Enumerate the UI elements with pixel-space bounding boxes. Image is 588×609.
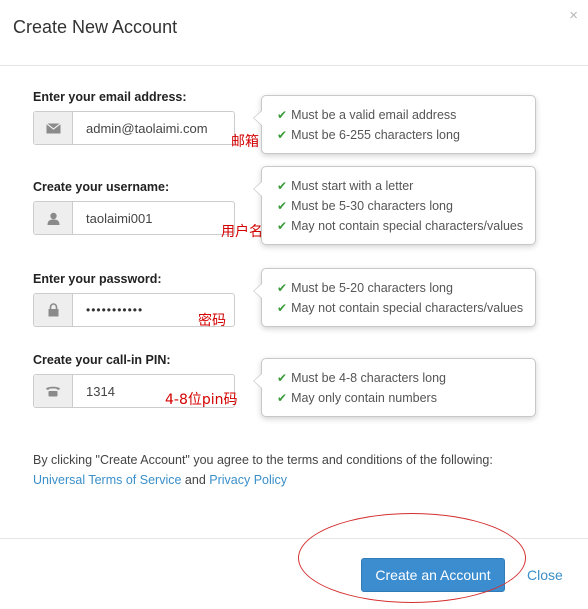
check-icon: ✔	[277, 371, 288, 385]
check-icon: ✔	[277, 199, 288, 213]
check-icon: ✔	[277, 391, 288, 405]
pin-rules-popover: ✔ Must be 4-8 characters long ✔ May only c…	[253, 358, 536, 417]
username-value[interactable]: taolaimi001	[73, 202, 234, 234]
rule-item: ✔ Must start with a letter	[277, 179, 414, 193]
username-annotation: 用户名	[221, 224, 263, 240]
terms-and: and	[184, 473, 206, 487]
lock-icon	[34, 294, 73, 326]
footer-divider	[0, 538, 588, 539]
email-label: Enter your email address:	[33, 90, 187, 104]
check-icon: ✔	[277, 128, 288, 142]
username-field[interactable]: taolaimi001	[33, 201, 235, 235]
modal-header: Create New Account ×	[0, 0, 588, 66]
check-icon: ✔	[277, 219, 288, 233]
terms-of-service-link[interactable]: Universal Terms of Service	[33, 473, 181, 487]
rule-item: ✔ Must be 4-8 characters long	[277, 371, 447, 385]
rule-item: ✔ May not contain special characters/valu…	[277, 301, 524, 315]
email-value[interactable]: admin@taolaimi.com	[73, 112, 234, 144]
check-icon: ✔	[277, 179, 288, 193]
rule-item: ✔ May only contain numbers	[277, 391, 437, 405]
email-annotation: 邮箱	[231, 134, 259, 150]
rule-item: ✔ Must be 6-255 characters long	[277, 128, 460, 142]
rule-item: ✔ Must be 5-20 characters long	[277, 281, 453, 295]
rule-item: ✔ May not contain special characters/valu…	[277, 219, 524, 233]
phone-icon	[34, 375, 73, 407]
password-rules-popover: ✔ Must be 5-20 characters long ✔ May not c…	[253, 268, 536, 327]
close-icon[interactable]: ×	[569, 8, 578, 23]
pin-label: Create your call-in PIN:	[33, 353, 171, 367]
rule-item: ✔ Must be a valid email address	[277, 108, 457, 122]
username-rules-popover: ✔ Must start with a letter ✔ Must be 5-30 …	[253, 166, 536, 245]
privacy-policy-link[interactable]: Privacy Policy	[209, 473, 287, 487]
email-field[interactable]: admin@taolaimi.com	[33, 111, 235, 145]
envelope-icon	[34, 112, 73, 144]
close-button[interactable]: Close	[527, 567, 563, 583]
create-account-button[interactable]: Create an Account	[361, 558, 505, 592]
check-icon: ✔	[277, 281, 288, 295]
password-label: Enter your password:	[33, 272, 162, 286]
modal-title: Create New Account	[13, 17, 178, 37]
email-rules-popover: ✔ Must be a valid email address ✔ Must be …	[253, 95, 536, 154]
rule-item: ✔ Must be 5-30 characters long	[277, 199, 453, 213]
check-icon: ✔	[277, 301, 288, 315]
pin-annotation: 4-8位pin码	[165, 392, 238, 408]
terms-text: By clicking "Create Account" you agree t…	[33, 450, 553, 490]
terms-statement: By clicking "Create Account" you agree t…	[33, 453, 493, 467]
check-icon: ✔	[277, 108, 288, 122]
password-annotation: 密码	[198, 313, 226, 329]
user-icon	[34, 202, 73, 234]
username-label: Create your username:	[33, 180, 170, 194]
